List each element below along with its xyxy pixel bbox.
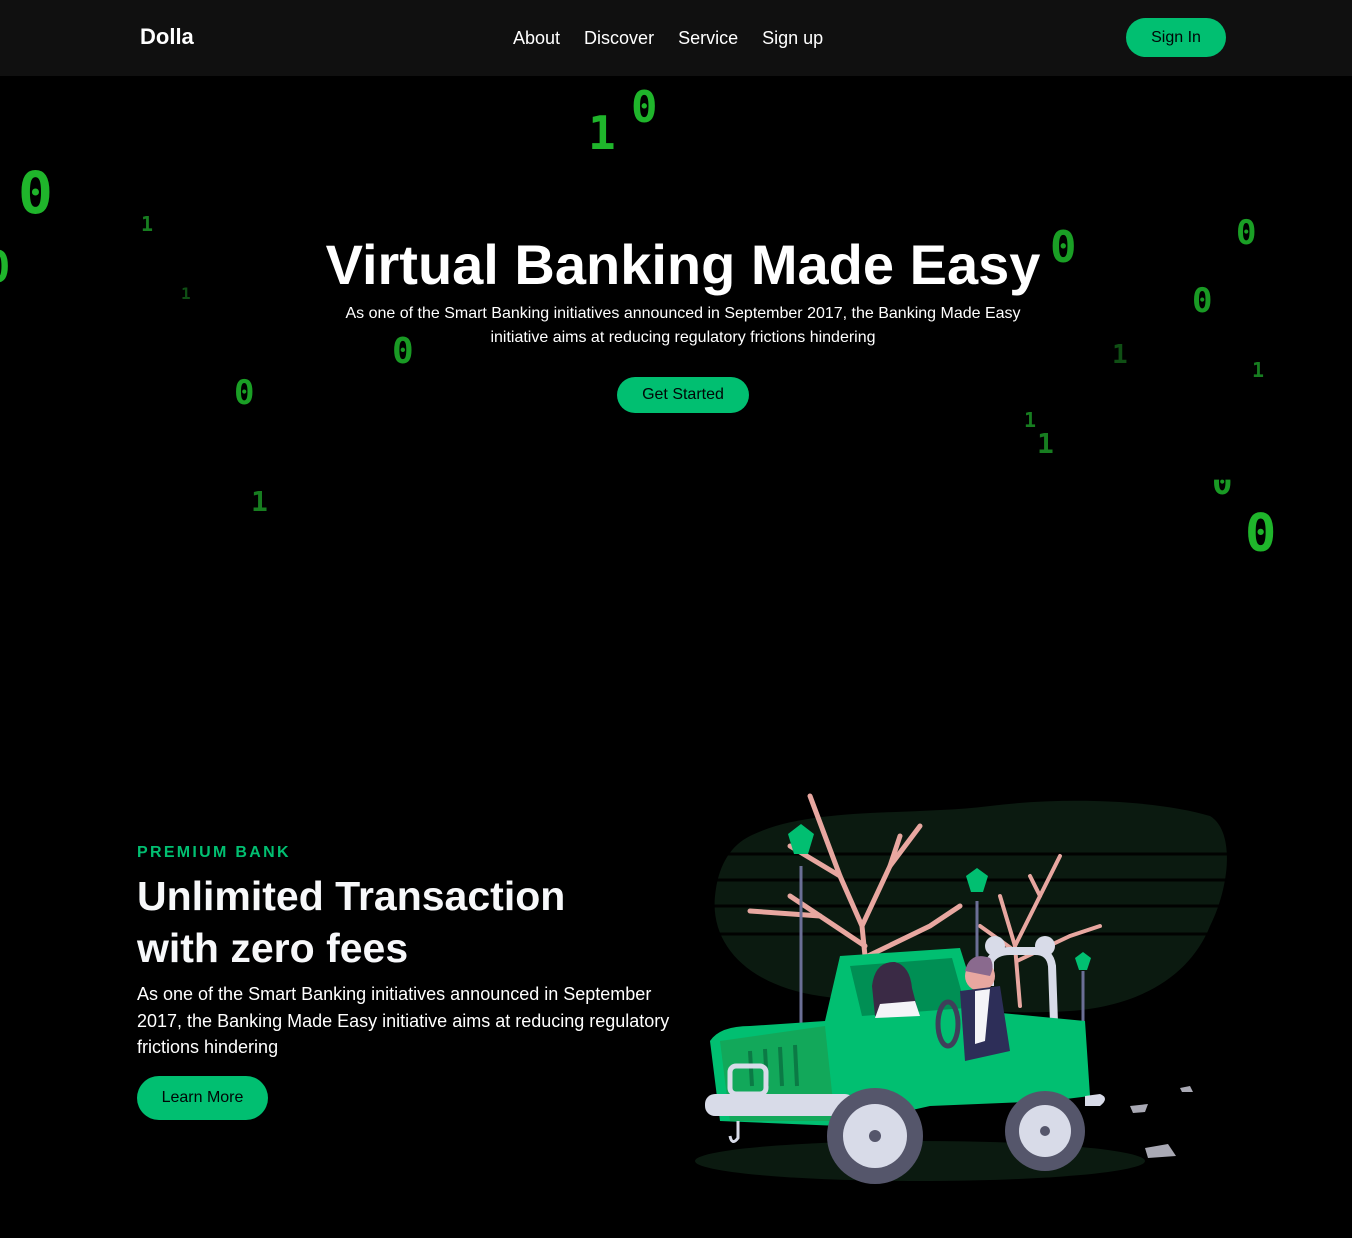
- binary-digit: 0: [1245, 504, 1277, 564]
- binary-digit: 0: [1212, 463, 1233, 503]
- logo[interactable]: Dolla: [140, 24, 194, 50]
- binary-digit: 1: [1112, 340, 1128, 370]
- hero-description: As one of the Smart Banking initiatives …: [345, 305, 1021, 346]
- binary-digit: 0: [631, 82, 658, 133]
- learn-more-button[interactable]: Learn More: [137, 1076, 268, 1120]
- nav-menu: About Discover Service Sign up: [501, 27, 835, 49]
- jeep-illustration: [695, 793, 1230, 1184]
- nav-link-signup[interactable]: Sign up: [750, 27, 835, 49]
- info-description: As one of the Smart Banking initiatives …: [137, 984, 670, 1057]
- rear-wheel: [1005, 1091, 1085, 1171]
- binary-digit: 0: [18, 159, 53, 227]
- hero-title: Virtual Banking Made Easy: [325, 233, 1041, 296]
- nav-link-service[interactable]: Service: [666, 27, 750, 49]
- nav-link-discover[interactable]: Discover: [572, 27, 666, 49]
- binary-digit: 1: [1252, 358, 1265, 382]
- hero-section: 1 0 0 1 1 0 0 0 0 0 1 1 1 1 0 0 1 0 Virt…: [0, 76, 1352, 756]
- sign-in-button[interactable]: Sign In: [1126, 18, 1226, 57]
- front-wheel: [827, 1088, 923, 1184]
- navbar: Dolla About Discover Service Sign up Sig…: [0, 0, 1352, 76]
- binary-digit: 1: [251, 485, 268, 518]
- binary-digit: 1: [1037, 427, 1054, 460]
- binary-digit: 1: [1024, 408, 1037, 432]
- nav-link-about[interactable]: About: [501, 27, 572, 49]
- info-top-line: Premium Bank: [137, 844, 291, 861]
- binary-digit: 1: [141, 212, 154, 236]
- info-heading: Unlimited Transaction with zero fees: [137, 873, 566, 971]
- info-section: Premium Bank Unlimited Transaction with …: [0, 756, 1352, 1238]
- binary-digit: 1: [588, 106, 616, 160]
- get-started-button[interactable]: Get Started: [617, 377, 749, 413]
- binary-digit: 0: [234, 373, 255, 413]
